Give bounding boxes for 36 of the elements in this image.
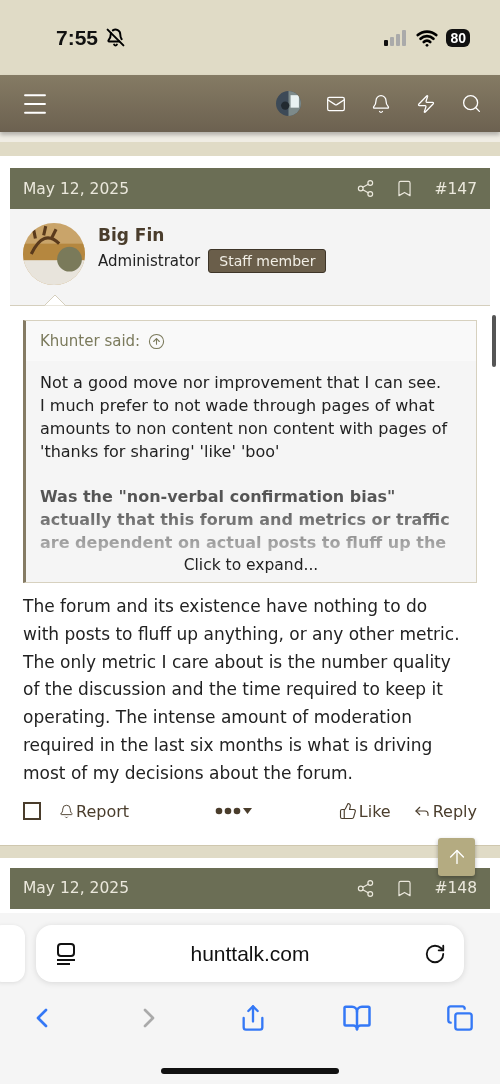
post-number[interactable]: #148: [434, 879, 477, 898]
author-name[interactable]: Big Fin: [98, 225, 327, 245]
staff-badge: Staff member: [208, 249, 327, 273]
share-icon[interactable]: [356, 878, 376, 898]
battery-level: 80: [446, 28, 470, 47]
user-avatar[interactable]: [276, 91, 301, 116]
share-icon[interactable]: [356, 179, 376, 198]
address-bar[interactable]: hunttalk.com: [36, 925, 464, 982]
post-text: The forum and its existence have nothing to do with posts to fluff up anything, or any other metric. The only metric I care about is the number quality of the discussion and the time required to keep it operating. The intense amount of moderation required in the last six months is what is driving most of my decisions about the forum.: [23, 595, 460, 785]
signal-icon: [384, 29, 409, 46]
url-text: hunttalk.com: [190, 941, 310, 966]
bell-icon[interactable]: [371, 93, 391, 114]
bell-icon: [59, 803, 74, 819]
report-link[interactable]: Report: [59, 801, 130, 821]
lightning-icon[interactable]: [416, 93, 436, 114]
like-button[interactable]: Like: [338, 801, 391, 821]
tabs-icon[interactable]: [446, 1004, 474, 1032]
quote-author[interactable]: Khunter said:: [40, 332, 141, 350]
bookmarks-icon[interactable]: [341, 1003, 372, 1033]
clock-time: 7:55: [56, 25, 99, 50]
arrow-up-icon[interactable]: [148, 332, 166, 350]
post-date[interactable]: May 12, 2025: [23, 179, 129, 198]
reply-button[interactable]: Reply: [412, 801, 477, 821]
reader-icon[interactable]: [56, 942, 76, 965]
post-number[interactable]: #147: [434, 179, 477, 198]
thumbs-up-icon: [338, 802, 357, 821]
more-icon[interactable]: [214, 806, 253, 817]
post-date[interactable]: May 12, 2025: [23, 879, 129, 898]
select-checkbox[interactable]: [23, 802, 41, 821]
expand-link[interactable]: Click to expand...: [183, 556, 319, 574]
search-icon[interactable]: [461, 93, 482, 114]
scrollbar[interactable]: [492, 315, 496, 367]
bell-muted-icon: [106, 28, 126, 47]
author-role: Administrator: [98, 252, 201, 270]
quote-text: Not a good move nor improvement that I can see. I much prefer to not wade through pages of what amounts to non content non content with pages of 'thanks for sharing' 'like' 'boo': [40, 372, 448, 463]
reload-icon[interactable]: [424, 942, 446, 965]
